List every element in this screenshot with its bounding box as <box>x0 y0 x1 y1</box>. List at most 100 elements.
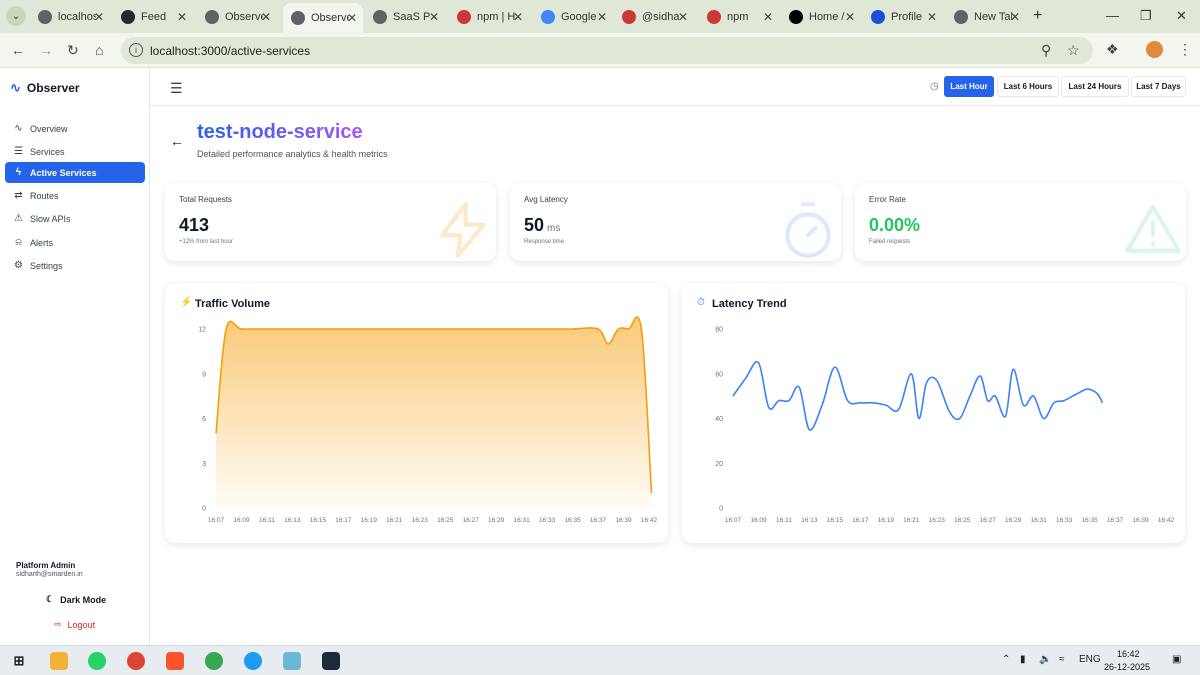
x-tick-label: 16:11 <box>776 517 792 524</box>
traffic-volume-chart: 0 3 6 9 12 16:07 16:09 16:11 16:13 16:15 16:17 16:1… <box>198 316 658 524</box>
tab-close-icon[interactable]: ✕ <box>763 10 773 24</box>
tab-close-icon[interactable]: ✕ <box>177 10 187 24</box>
browser-tab[interactable]: npm ✕ <box>699 4 779 29</box>
activity-icon: ∿ <box>10 80 21 95</box>
x-tick-label: 16:13 <box>284 517 301 524</box>
browser-profile-avatar[interactable] <box>1146 41 1163 58</box>
browser-menu-icon[interactable]: ⋮ <box>1178 41 1192 58</box>
tab-search-chevron-icon[interactable]: ⌄ <box>6 6 26 26</box>
browser-tab[interactable]: Profile ✕ <box>863 4 943 29</box>
user-email: sidharth@smarden.in <box>16 571 83 578</box>
tab-title: Observer <box>225 10 263 23</box>
sidebar-item-services[interactable]: ☰ Services <box>5 141 145 162</box>
zoom-icon[interactable]: ⚲ <box>1041 42 1051 59</box>
gear-icon: ⚙ <box>14 260 23 271</box>
tab-close-icon[interactable]: ✕ <box>94 10 104 24</box>
range-button-last-7-days[interactable]: Last 7 Days <box>1131 76 1186 97</box>
arc-icon[interactable] <box>322 652 340 670</box>
tab-close-icon[interactable]: ✕ <box>513 10 523 24</box>
browser-tab[interactable]: localhost✕ <box>30 4 110 29</box>
x-tick-label: 16:17 <box>335 517 352 524</box>
chrome-profile-icon[interactable] <box>205 652 223 670</box>
stat-card-avg-latency: Avg Latency 50 ms Response time <box>510 183 841 261</box>
battery-icon[interactable]: ▮ <box>1020 654 1026 665</box>
x-tick-label: 16:15 <box>827 517 844 524</box>
browser-tab[interactable]: npm | Home✕ <box>449 4 529 29</box>
x-tick-label: 16:29 <box>1005 517 1022 524</box>
windows-start-icon[interactable]: ⊞ <box>10 652 28 670</box>
tab-close-icon[interactable]: ✕ <box>927 10 937 24</box>
forward-icon[interactable]: → <box>39 42 53 58</box>
bookmark-star-icon[interactable]: ☆ <box>1067 42 1080 59</box>
brave-icon[interactable] <box>166 652 184 670</box>
x-tick-label: 16:31 <box>514 517 531 524</box>
tab-close-icon[interactable]: ✕ <box>678 10 688 24</box>
logout-button[interactable]: ⇨ Logout <box>54 619 95 630</box>
notifications-icon[interactable]: ▣ <box>1172 654 1181 665</box>
back-arrow-icon[interactable]: ← <box>170 133 184 149</box>
home-icon[interactable]: ⌂ <box>95 42 103 58</box>
restore-icon[interactable]: ❐ <box>1140 8 1152 24</box>
tab-close-icon[interactable]: ✕ <box>347 11 357 25</box>
tab-close-icon[interactable]: ✕ <box>429 10 439 24</box>
app-icon[interactable] <box>283 652 301 670</box>
tab-close-icon[interactable]: ✕ <box>845 10 855 24</box>
sidebar-item-overview[interactable]: ∿ Overview <box>5 118 145 139</box>
tab-close-icon[interactable]: ✕ <box>597 10 607 24</box>
sidebar-item-label: Overview <box>30 123 68 134</box>
y-tick-label: 60 <box>715 371 723 378</box>
file-explorer-icon[interactable] <box>50 652 68 670</box>
browser-tab[interactable]: Observer✕ <box>283 3 363 33</box>
x-tick-label: 16:19 <box>878 517 895 524</box>
browser-tab[interactable]: SaaS Platform✕ <box>365 4 445 29</box>
sidebar-item-label: Alerts <box>30 237 54 248</box>
minimize-icon[interactable]: — <box>1106 8 1119 23</box>
sidebar-item-active-services[interactable]: ϟ Active Services <box>5 162 145 183</box>
tab-close-icon[interactable]: ✕ <box>1010 10 1020 24</box>
chrome-icon[interactable] <box>127 652 145 670</box>
wifi-icon[interactable]: ≈ <box>1059 654 1065 665</box>
menu-hamburger-icon[interactable]: ☰ <box>170 80 183 97</box>
dark-mode-toggle[interactable]: ☾ Dark Mode <box>46 594 106 605</box>
alert-triangle-icon <box>1125 204 1181 253</box>
sidebar-item-routes[interactable]: ⇄ Routes <box>5 185 145 206</box>
tab-favicon-icon <box>205 9 219 24</box>
x-tick-label: 16:07 <box>208 517 225 524</box>
browser-tab[interactable]: Feed ✕ <box>113 4 193 29</box>
server-icon: ☰ <box>14 146 23 157</box>
address-bar[interactable]: i localhost:3000/active-services ⚲ ☆ <box>121 37 1093 64</box>
new-tab-plus-icon[interactable]: + <box>1033 7 1042 25</box>
url-text[interactable]: localhost:3000/active-services <box>150 44 310 58</box>
range-button-last-24-hours[interactable]: Last 24 Hours <box>1061 76 1129 97</box>
sidebar-item-alerts[interactable]: ⍾ Alerts <box>5 232 145 253</box>
sidebar-item-slow-apis[interactable]: ⚠ Slow APIs <box>5 208 145 229</box>
taskbar-date[interactable]: 26-12-2025 <box>1104 662 1150 672</box>
extensions-puzzle-icon[interactable]: ❖ <box>1106 41 1119 58</box>
back-icon[interactable]: ← <box>11 42 25 58</box>
browser-tab[interactable]: Google Cloud✕ <box>533 4 613 29</box>
window-close-icon[interactable]: ✕ <box>1176 8 1187 24</box>
site-info-icon[interactable]: i <box>129 43 143 57</box>
x-tick-label: 16:31 <box>1031 517 1048 524</box>
taskbar-time[interactable]: 16:42 <box>1117 649 1140 659</box>
tray-chevron-icon[interactable]: ⌃ <box>1002 654 1010 665</box>
page-title: test-node-service <box>197 121 363 143</box>
tab-favicon-icon <box>622 9 636 24</box>
language-indicator[interactable]: ENG <box>1079 654 1101 665</box>
range-button-last-6-hours[interactable]: Last 6 Hours <box>997 76 1059 97</box>
range-button-last-hour[interactable]: Last Hour <box>944 76 994 97</box>
tab-close-icon[interactable]: ✕ <box>261 10 271 24</box>
stat-value: 0.00% <box>869 215 921 235</box>
volume-icon[interactable]: 🔈 <box>1039 654 1051 665</box>
browser-tab[interactable]: Observer✕ <box>197 4 277 29</box>
sidebar-item-settings[interactable]: ⚙ Settings <box>5 255 145 276</box>
dark-mode-label: Dark Mode <box>60 594 107 605</box>
whatsapp-icon[interactable] <box>88 652 106 670</box>
browser-tab[interactable]: @sidharth✕ <box>614 4 694 29</box>
tab-favicon-icon <box>707 9 721 24</box>
browser-tab[interactable]: Home / X✕ <box>781 4 861 29</box>
browser-tab[interactable]: New Tab✕ <box>946 4 1026 29</box>
docker-icon[interactable] <box>244 652 262 670</box>
brand-logo[interactable]: ∿ Observer <box>10 80 80 96</box>
reload-icon[interactable]: ↻ <box>67 42 79 59</box>
